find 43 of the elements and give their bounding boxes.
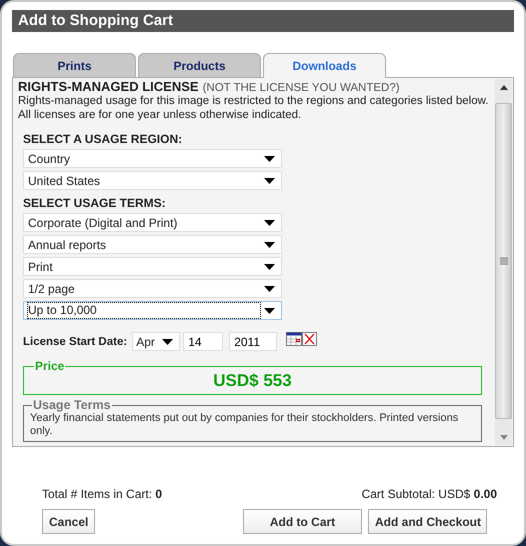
section-heading: RIGHTS-MANAGED LICENSE (18, 79, 199, 94)
caret-icon (264, 308, 275, 314)
dropdown[interactable]: Up to 10,000 (23, 301, 282, 320)
year-field[interactable]: 2011 (229, 332, 278, 351)
description-text: Rights-managed usage for this image is restricted to the regions and categories listed below. (18, 94, 489, 108)
caret-icon (264, 264, 275, 270)
usage-terms-text: Yearly financial statements put out by companies for their stockholders. Printed versions only. (30, 412, 460, 438)
date-label: License Start Date: (23, 336, 128, 348)
window-title: Add to Shopping Cart (12, 10, 514, 32)
section-heading: SELECT USAGE TERMS: (23, 196, 167, 210)
tab[interactable]: Products (138, 53, 261, 77)
items-count-text: Total # Items in Cart: 0 (42, 487, 162, 501)
action-button[interactable]: Cancel (42, 509, 96, 534)
price-label: Price (34, 359, 66, 373)
caret-icon (264, 220, 275, 226)
subtotal-text: Cart Subtotal: USD$ 0.00 (362, 487, 497, 501)
caret-icon (264, 156, 275, 162)
caret-icon (162, 338, 174, 344)
caret-icon (264, 286, 275, 292)
price-amount: USD$ 553 (212, 371, 293, 391)
month-dropdown[interactable]: Apr (132, 332, 180, 351)
scroll-up-icon[interactable] (500, 84, 508, 90)
description-text: All licenses are for one year unless otherwise indicated. (18, 108, 302, 122)
dropdown[interactable]: 1/2 page (23, 279, 282, 298)
dropdown[interactable]: Country (23, 149, 282, 168)
caret-icon (264, 178, 275, 184)
license-link[interactable]: (NOT THE LICENSE YOU WANTED?) (202, 82, 400, 94)
dropdown[interactable]: Corporate (Digital and Print) (23, 213, 282, 232)
caret-icon (264, 242, 275, 248)
tab[interactable]: Prints (13, 53, 136, 77)
scroll-down-icon[interactable] (500, 434, 508, 440)
usage-terms-label: Usage Terms (32, 398, 112, 412)
section-heading: SELECT A USAGE REGION: (23, 132, 184, 146)
dropdown[interactable]: Print (23, 257, 282, 276)
action-button[interactable]: Add and Checkout (368, 509, 487, 534)
day-field[interactable]: 14 (183, 332, 224, 351)
grip-icon (500, 257, 508, 265)
dropdown[interactable]: Annual reports (23, 235, 282, 254)
clear-icon[interactable] (302, 332, 318, 346)
calendar-icon[interactable] (286, 332, 302, 346)
dropdown[interactable]: United States (23, 171, 282, 190)
action-button[interactable]: Add to Cart (243, 509, 362, 534)
tab[interactable]: Downloads (263, 53, 386, 78)
